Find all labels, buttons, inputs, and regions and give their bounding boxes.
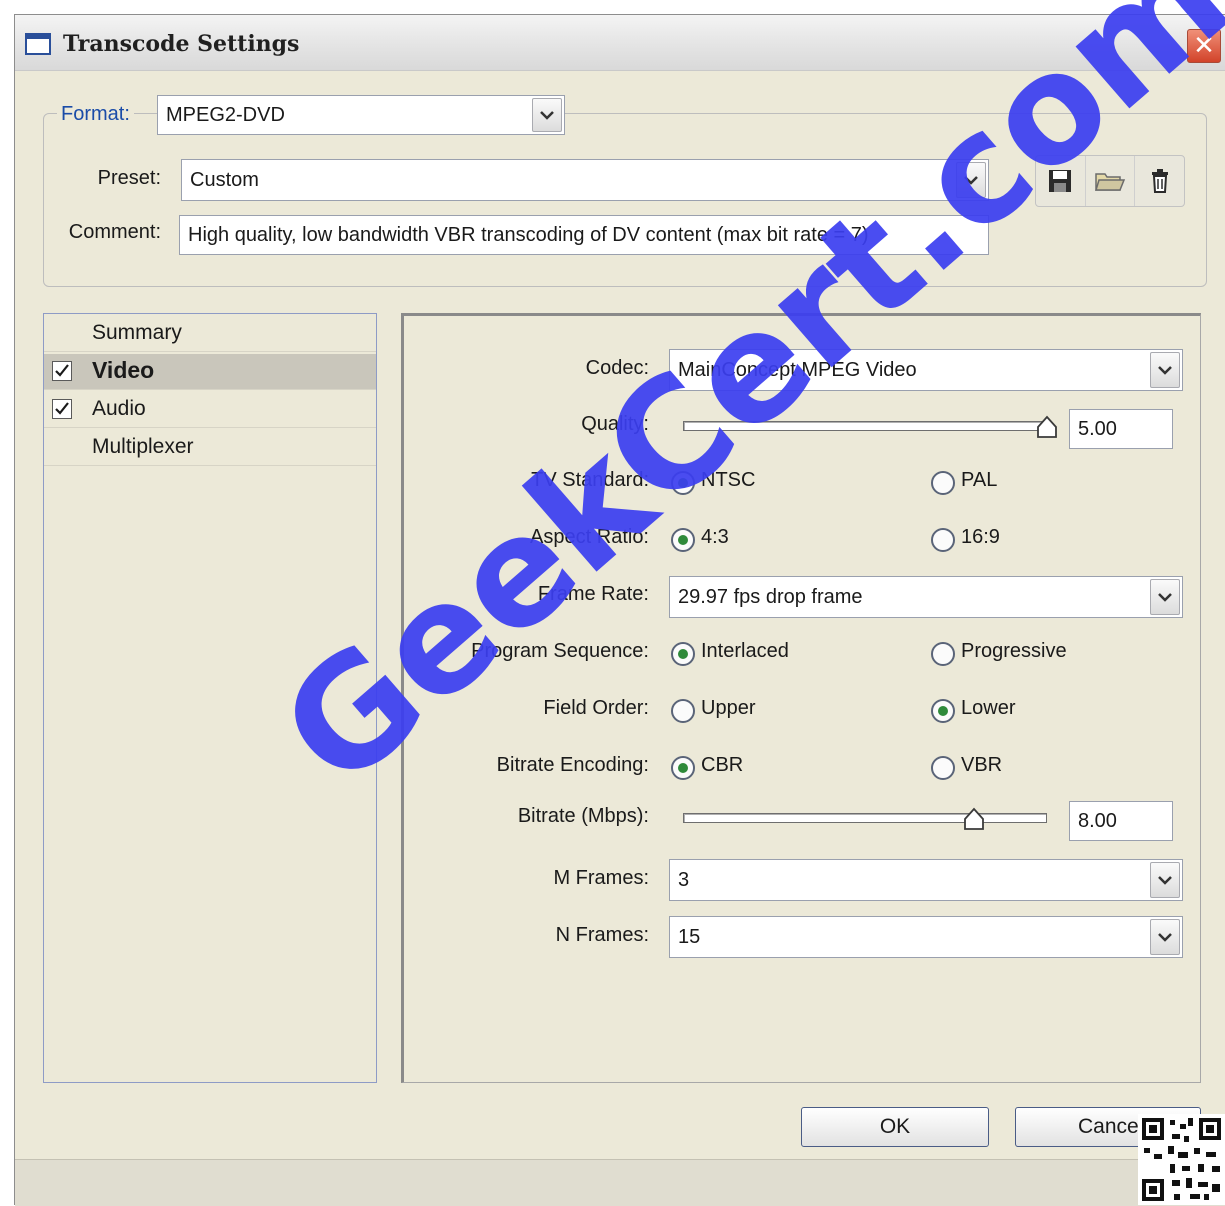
preset-value: Custom [190,169,259,191]
chevron-down-icon[interactable] [1150,919,1180,955]
bitrate-label: Bitrate (Mbps): [517,805,649,827]
m-frames-value: 3 [678,869,690,891]
nav-item-label: Audio [92,397,146,420]
save-icon [1049,170,1072,192]
bitrate-input[interactable]: 8.00 [1069,801,1173,841]
chevron-down-icon[interactable] [956,162,986,198]
format-value: MPEG2-DVD [166,104,285,126]
frame-rate-dropdown[interactable]: 29.97 fps drop frame [669,576,1183,618]
program-sequence-label: Program Sequence: [471,640,649,662]
nav-item-multiplexer[interactable]: Multiplexer [44,430,376,466]
chevron-down-icon[interactable] [532,98,562,132]
frame-rate-label: Frame Rate: [537,583,649,605]
codec-dropdown[interactable]: MainConcept MPEG Video [669,349,1183,391]
tv-standard-label: TV Standard: [531,469,649,491]
close-button[interactable]: ✕ [1187,29,1221,63]
lower-radio[interactable] [931,699,955,723]
close-icon: ✕ [1193,30,1215,60]
bitrate-slider[interactable] [683,813,1047,823]
lower-label: Lower [961,697,1016,719]
comment-field[interactable]: High quality, low bandwidth VBR transcod… [179,215,989,255]
interlaced-label: Interlaced [701,640,789,662]
cbr-label: CBR [701,754,744,776]
quality-slider-thumb[interactable] [1036,415,1058,439]
frame-rate-value: 29.97 fps drop frame [678,586,863,608]
transcode-settings-window: Transcode Settings ✕ Format: MPEG2-DVD P… [14,14,1225,1206]
aspect-16-9-radio[interactable] [931,528,955,552]
n-frames-dropdown[interactable]: 15 [669,916,1183,958]
format-dropdown[interactable]: MPEG2-DVD [157,95,565,135]
pal-radio[interactable] [931,471,955,495]
nav-item-label: Multiplexer [92,435,194,458]
preset-dropdown[interactable]: Custom [181,159,989,201]
nav-item-summary[interactable]: Summary [44,316,376,352]
checkmark-icon [55,364,69,377]
n-frames-label: N Frames: [555,924,649,946]
aspect-ratio-label: Aspect Ratio: [530,526,649,548]
cbr-radio[interactable] [671,756,695,780]
window-icon [25,33,51,55]
delete-preset-button[interactable] [1135,156,1184,206]
codec-label: Codec: [585,357,649,379]
category-list: Summary Video Audio Multiplexer [43,313,377,1083]
nav-item-video[interactable]: Video [44,354,376,390]
bitrate-value: 8.00 [1078,810,1117,832]
codec-value: MainConcept MPEG Video [678,359,917,381]
m-frames-label: M Frames: [553,867,649,889]
vbr-radio[interactable] [931,756,955,780]
title-bar[interactable]: Transcode Settings ✕ [15,15,1225,71]
nav-item-label: Summary [92,321,182,344]
interlaced-radio[interactable] [671,642,695,666]
chevron-down-icon[interactable] [1150,862,1180,898]
upper-radio[interactable] [671,699,695,723]
vbr-label: VBR [961,754,1003,776]
pal-label: PAL [961,469,998,491]
nav-item-label: Video [92,357,155,383]
quality-label: Quality: [581,413,649,435]
bitrate-encoding-label: Bitrate Encoding: [496,754,649,776]
ok-button[interactable]: OK [801,1107,989,1147]
ntsc-radio[interactable] [671,471,695,495]
delete-icon [1151,169,1168,193]
progressive-label: Progressive [961,640,1067,662]
preset-label: Preset: [97,167,161,189]
video-checkbox[interactable] [52,361,72,381]
progressive-radio[interactable] [931,642,955,666]
aspect-4-3-label: 4:3 [701,526,729,548]
status-bar [15,1159,1225,1206]
ntsc-label: NTSC [701,469,756,491]
comment-label: Comment: [68,221,161,243]
quality-input[interactable]: 5.00 [1069,409,1173,449]
m-frames-dropdown[interactable]: 3 [669,859,1183,901]
quality-slider[interactable] [683,421,1047,431]
format-label: Format: [57,103,134,126]
qr-code-icon [1138,1114,1225,1205]
aspect-16-9-label: 16:9 [961,526,1000,548]
nav-item-audio[interactable]: Audio [44,392,376,428]
save-preset-button[interactable] [1036,156,1086,206]
checkmark-icon [55,402,69,415]
aspect-4-3-radio[interactable] [671,528,695,552]
upper-label: Upper [701,697,756,719]
field-order-label: Field Order: [543,697,649,719]
chevron-down-icon[interactable] [1150,352,1180,388]
bitrate-slider-thumb[interactable] [963,807,985,831]
preset-toolbar [1035,155,1185,207]
n-frames-value: 15 [678,926,701,948]
window-title: Transcode Settings [63,31,300,57]
chevron-down-icon[interactable] [1150,579,1180,615]
audio-checkbox[interactable] [52,399,72,419]
comment-value: High quality, low bandwidth VBR transcod… [188,224,869,246]
open-preset-button[interactable] [1086,156,1136,206]
open-folder-icon [1094,173,1126,191]
quality-value: 5.00 [1078,418,1117,440]
